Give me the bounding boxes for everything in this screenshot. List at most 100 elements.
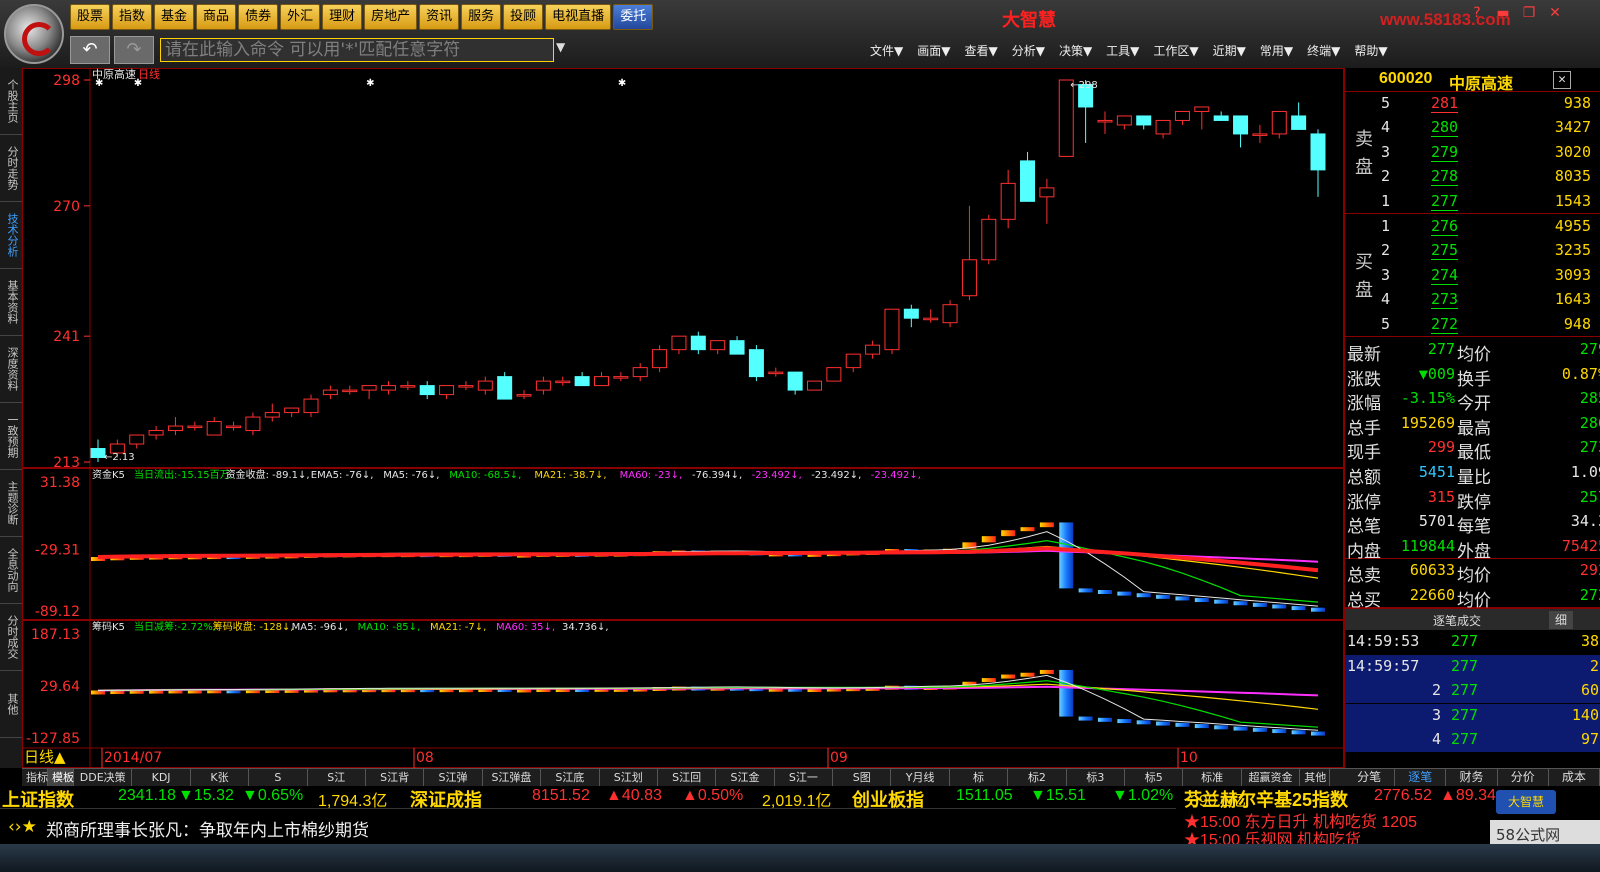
candle[interactable] (322, 385, 338, 400)
candle[interactable] (807, 380, 823, 391)
candle[interactable] (1310, 129, 1326, 197)
candle[interactable] (535, 376, 551, 395)
quote-tab[interactable]: 逐笔 (1395, 769, 1447, 786)
indicator-tab[interactable]: 指标 (22, 769, 48, 786)
candle[interactable] (1097, 111, 1113, 134)
candle[interactable] (1039, 178, 1055, 224)
command-input[interactable]: 请在此输入命令 可以用'*'匹配任意字符 (160, 38, 554, 62)
candle[interactable] (206, 417, 222, 436)
candle[interactable] (284, 407, 300, 418)
toolbar-menu-item[interactable]: 常用▼ (1260, 42, 1293, 59)
candle[interactable] (710, 340, 726, 355)
indicator-tab[interactable]: 标3 (1067, 769, 1126, 786)
candle[interactable] (1116, 115, 1132, 130)
indicator-tab[interactable]: 模板 (48, 769, 74, 786)
menu-5[interactable]: 外汇 (280, 4, 321, 30)
maximize-icon[interactable]: ❐ (1518, 4, 1540, 22)
menu-10[interactable]: 投顾 (503, 4, 544, 30)
news-headline[interactable]: 郑商所理事长张凡：争取年内上市棉纱期货 (46, 816, 369, 841)
candle[interactable] (865, 340, 881, 359)
candle[interactable] (671, 335, 687, 355)
candle[interactable] (226, 421, 242, 431)
indicator-tab[interactable]: 标5 (1125, 769, 1184, 786)
candle[interactable] (768, 367, 784, 377)
candle[interactable] (167, 417, 183, 436)
candle[interactable] (961, 205, 977, 301)
candle[interactable] (129, 434, 145, 449)
toolbar-menu-item[interactable]: 工作区▼ (1153, 42, 1198, 59)
candle[interactable] (1155, 119, 1171, 139)
indicator-tab[interactable]: S江划 (600, 769, 658, 786)
left-tab[interactable]: 一致预期 (0, 403, 22, 470)
menu-2[interactable]: 基金 (154, 4, 195, 30)
candle[interactable] (1271, 110, 1287, 139)
candle[interactable] (555, 376, 571, 386)
close-icon[interactable]: ✕ (1544, 4, 1566, 22)
indicator-tab[interactable]: 标 (950, 769, 1009, 786)
candle[interactable] (419, 381, 435, 400)
indicator-tab[interactable]: S江弹盘 (483, 769, 542, 786)
quote-tab[interactable]: 成本 (1549, 769, 1600, 786)
left-tab[interactable]: 分时成交 (0, 604, 22, 671)
indicator-tab[interactable]: S (249, 769, 308, 786)
indicator-tab[interactable]: S江底 (541, 769, 600, 786)
quote-tab[interactable]: 财务 (1446, 769, 1498, 786)
forward-arrow-icon[interactable]: ↷ (114, 36, 154, 64)
toolbar-menu-item[interactable]: 画面▼ (917, 42, 950, 59)
candle[interactable] (1000, 169, 1016, 229)
buys-row[interactable]: 3 274 3093 (1345, 264, 1600, 288)
candle[interactable] (942, 300, 958, 328)
toolbar-menu-item[interactable]: 终端▼ (1307, 42, 1340, 59)
candle[interactable] (1291, 102, 1307, 130)
menu-9[interactable]: 服务 (461, 4, 502, 30)
event-star-icon[interactable]: ✱ (618, 78, 626, 89)
chart-area[interactable]: 298 270 241 213 中原高速 日线 ←298 ←2.13 ✱ ✱ ✱ ✱ 31.38 -29.… (22, 67, 1344, 768)
candle[interactable] (652, 345, 668, 373)
buys-row[interactable]: 2 275 3235 (1345, 239, 1600, 263)
indicator-tab[interactable]: S江金 (716, 769, 775, 786)
event-star-icon[interactable]: ✱ (95, 78, 103, 89)
app-logo-icon[interactable] (4, 4, 64, 64)
brand-badge[interactable]: 大智慧 (1496, 790, 1556, 814)
candle[interactable] (148, 426, 164, 440)
candle[interactable] (303, 394, 319, 418)
candle[interactable] (439, 385, 455, 400)
candle[interactable] (264, 403, 280, 422)
indicator-tab[interactable]: 其他 (1300, 769, 1331, 786)
command-dropdown-icon[interactable]: ▼ (556, 40, 565, 54)
menu-0[interactable]: 股票 (70, 4, 111, 30)
sells-row[interactable]: 2 278 8035 (1345, 165, 1600, 189)
candle[interactable] (516, 390, 532, 400)
left-tab[interactable]: 深度资料 (0, 336, 22, 403)
news-nav-icon[interactable]: ‹›★ (8, 817, 37, 837)
menu-1[interactable]: 指数 (112, 4, 153, 30)
left-tab[interactable]: 其他 (0, 671, 22, 738)
indicator-tab[interactable]: S江一 (775, 769, 834, 786)
left-tab[interactable]: 主题诊断 (0, 470, 22, 537)
menu-7[interactable]: 房地产 (364, 4, 418, 30)
ticks-detail-button[interactable]: 细 (1549, 611, 1573, 629)
tick-row[interactable]: 4 277 97 (1345, 728, 1600, 753)
candle[interactable] (845, 353, 861, 373)
indicator-tab[interactable]: 标准 (1183, 769, 1242, 786)
candle[interactable] (1174, 110, 1190, 125)
candle[interactable] (1194, 106, 1210, 130)
sells-row[interactable]: 3 279 3020 (1345, 141, 1600, 165)
candle[interactable] (787, 371, 803, 395)
toolbar-menu-item[interactable]: 查看▼ (964, 42, 997, 59)
indicator-tab[interactable]: S江背 (366, 769, 425, 786)
candle[interactable] (497, 372, 513, 400)
menu-6[interactable]: 理财 (322, 4, 363, 30)
candle[interactable] (400, 381, 416, 391)
indicator-tab[interactable]: KDJ (132, 769, 191, 786)
candle[interactable] (1020, 151, 1036, 202)
back-arrow-icon[interactable]: ↶ (70, 36, 110, 64)
candle[interactable] (458, 381, 474, 391)
minimize-icon[interactable]: ▬ (1492, 4, 1514, 22)
toolbar-menu-item[interactable]: 决策▼ (1059, 42, 1092, 59)
candle[interactable] (748, 345, 764, 382)
sells-row[interactable]: 1 277 1543 (1345, 190, 1600, 214)
candle[interactable] (1136, 115, 1152, 130)
candle[interactable] (342, 385, 358, 395)
left-tab[interactable]: 全息动向 (0, 537, 22, 604)
